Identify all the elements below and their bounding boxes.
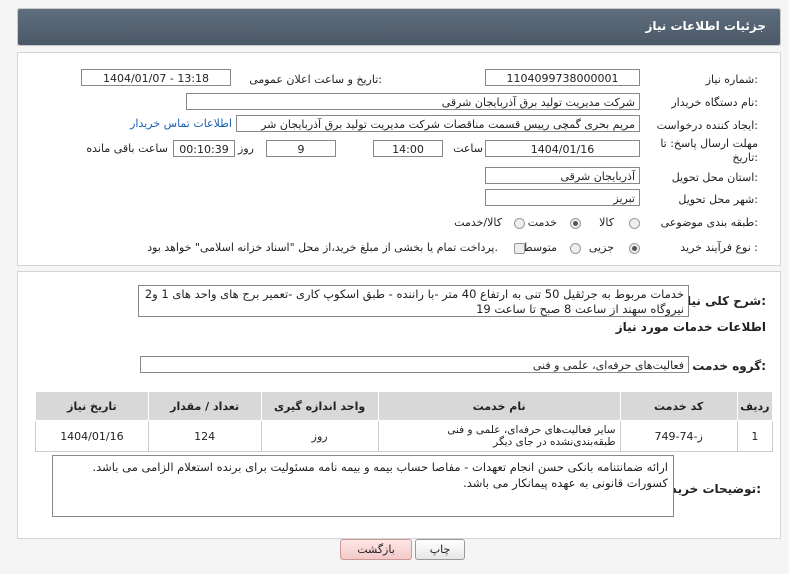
col-code: کد خدمت [619,391,738,421]
remaining-time-field[interactable]: 00:10:39 [173,140,235,157]
city-label: شهر محل تحویل: [678,193,758,206]
cell-qty: 124 [147,420,262,452]
col-qty: تعداد / مقدار [147,391,262,421]
city-field[interactable]: تبریز [485,189,640,206]
payment-note: پرداخت تمام یا بخشی از مبلغ خرید،از محل … [147,241,498,254]
services-section-title: اطلاعات خدمات مورد نیاز [615,320,766,334]
buyer-notes-field[interactable]: ارائه ضمانتنامه بانکی حسن انجام تعهدات -… [52,455,674,517]
treasury-payment-checkbox[interactable] [514,243,525,254]
buyer-notes-line2: کسورات قانونی به عهده پیمانکار می باشد. [463,476,668,490]
announce-label: تاریخ و ساعت اعلان عمومی: [249,73,382,86]
remaining-label: ساعت باقی مانده [86,142,168,155]
description-text: خدمات مربوط به جرثقیل 50 تنی به ارتفاع 4… [144,287,684,316]
deadline-label: مهلت ارسال پاسخ: تا تاریخ: [660,137,758,164]
province-field[interactable]: آذربایجان شرقی [485,167,640,184]
buyer-org-label: نام دستگاه خریدار: [671,96,758,109]
buyer-notes-line1: ارائه ضمانتنامه بانکی حسن انجام تعهدات -… [92,460,668,474]
col-name: نام خدمت [377,391,621,421]
header-bar: جزئیات اطلاعات نیاز [18,9,780,45]
process-partial-radio[interactable] [629,243,640,254]
service-group-label: گروه خدمت: [692,359,766,373]
creator-field[interactable]: مریم بحری گمچی رییس قسمت مناقصات شرکت مد… [236,115,640,132]
back-button[interactable]: بازگشت [340,539,412,560]
province-label: استان محل تحویل: [671,171,758,184]
deadline-date-field[interactable]: 1404/01/16 [485,140,640,157]
col-date: تاریخ نیاز [35,391,149,421]
details-panel: شماره نیاز: 1104099738000001 تاریخ و ساع… [17,52,781,266]
process-partial-label: جزیی [588,241,614,254]
need-number-label: شماره نیاز: [705,73,758,86]
cell-code: ز-74-749 [619,420,738,452]
cell-name: سایر فعالیت‌های حرفه‌ای، علمی و فنی طبقه… [377,420,621,452]
creator-label: ایجاد کننده درخواست: [656,119,758,132]
service-group-field[interactable]: فعالیت‌های حرفه‌ای، علمی و فنی [140,356,689,373]
buyer-org-field[interactable]: شرکت مدیریت تولید برق آذربایجان شرقی [186,93,640,110]
header-frame: جزئیات اطلاعات نیاز [17,8,781,46]
buyer-notes-label: توضیحات خریدار: [659,482,761,496]
cell-index: 1 [736,420,774,452]
cell-date: 1404/01/16 [35,420,149,452]
category-goods-radio[interactable] [629,218,640,229]
time-label: ساعت [453,142,483,155]
table-row[interactable]: 1 ز-74-749 سایر فعالیت‌های حرفه‌ای، علمی… [35,420,774,452]
col-unit: واحد اندازه گیری [260,391,379,421]
process-medium-label: متوسط [522,241,557,254]
description-label: شرح کلی نیاز: [680,294,766,308]
deadline-time-field[interactable]: 14:00 [373,140,443,157]
category-service-label: خدمت [527,216,557,229]
description-field[interactable]: خدمات مربوط به جرثقیل 50 تنی به ارتفاع 4… [138,285,689,317]
process-medium-radio[interactable] [570,243,581,254]
category-goods-label: کالا [599,216,614,229]
category-label: طبقه بندی موضوعی: [660,216,758,229]
contact-info-link[interactable]: اطلاعات تماس خریدار [130,117,232,130]
print-button[interactable]: چاپ [415,539,465,560]
need-number-field[interactable]: 1104099738000001 [485,69,640,86]
col-index: ردیف [736,391,774,421]
category-goods-service-radio[interactable] [514,218,525,229]
cell-unit: روز [260,420,379,452]
days-field[interactable]: 9 [266,140,336,157]
category-goods-service-label: کالا/خدمت [454,216,502,229]
services-table: ردیف کد خدمت نام خدمت واحد اندازه گیری ت… [35,391,774,452]
announce-field[interactable]: 1404/01/07 - 13:18 [81,69,231,86]
process-label: نوع فرآیند خرید : [680,241,758,254]
page-title: جزئیات اطلاعات نیاز [645,19,766,33]
category-service-radio[interactable] [570,218,581,229]
